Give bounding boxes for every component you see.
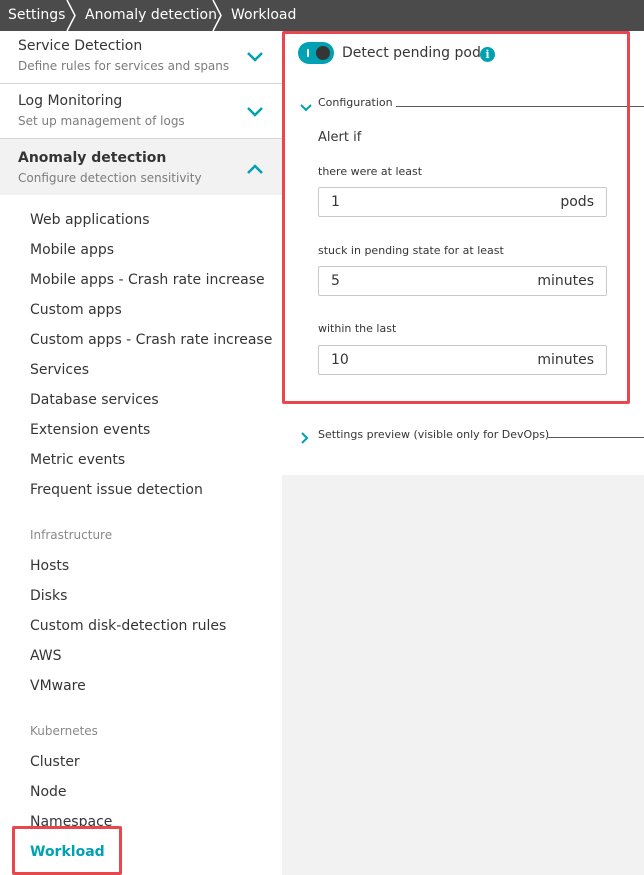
sidebar-item-log-monitoring[interactable]: Log Monitoring Set up management of logs bbox=[0, 84, 282, 139]
sidebar-link-mobile-apps[interactable]: Mobile apps bbox=[30, 242, 114, 258]
sidebar-group-kubernetes: Kubernetes bbox=[30, 724, 98, 738]
sidebar-link-node[interactable]: Node bbox=[30, 784, 67, 800]
sidebar-item-title: Log Monitoring bbox=[18, 93, 123, 109]
breadcrumb-separator-icon bbox=[66, 0, 76, 31]
chevron-down-icon[interactable] bbox=[246, 49, 264, 63]
sidebar-link-vmware[interactable]: VMware bbox=[30, 678, 86, 694]
sidebar-item-title: Service Detection bbox=[18, 38, 143, 54]
sidebar-item-title: Anomaly detection bbox=[18, 150, 167, 166]
main-background bbox=[282, 475, 644, 875]
breadcrumb: Settings Anomaly detection Workload bbox=[0, 0, 644, 31]
sidebar-item-service-detection[interactable]: Service Detection Define rules for servi… bbox=[0, 31, 282, 84]
sidebar-link-database-services[interactable]: Database services bbox=[30, 392, 159, 408]
sidebar-link-cluster[interactable]: Cluster bbox=[30, 754, 80, 770]
sidebar-link-web-applications[interactable]: Web applications bbox=[30, 212, 150, 228]
sidebar-link-custom-apps[interactable]: Custom apps bbox=[30, 302, 122, 318]
sidebar-link-services[interactable]: Services bbox=[30, 362, 89, 378]
sidebar-link-aws[interactable]: AWS bbox=[30, 648, 62, 664]
sidebar-link-disks[interactable]: Disks bbox=[30, 588, 67, 604]
sidebar-link-custom-apps-crash-rate[interactable]: Custom apps - Crash rate increase bbox=[30, 332, 272, 348]
highlight-box-configuration bbox=[282, 31, 630, 404]
sidebar-link-extension-events[interactable]: Extension events bbox=[30, 422, 150, 438]
highlight-box-workload bbox=[12, 826, 122, 875]
sidebar-link-metric-events[interactable]: Metric events bbox=[30, 452, 125, 468]
sidebar-item-subtitle: Configure detection sensitivity bbox=[18, 171, 202, 185]
chevron-up-icon[interactable] bbox=[246, 161, 264, 175]
settings-preview-divider bbox=[548, 437, 644, 438]
breadcrumb-settings[interactable]: Settings bbox=[8, 0, 65, 31]
breadcrumb-separator-icon bbox=[212, 0, 222, 31]
settings-preview-header[interactable]: Settings preview (visible only for DevOp… bbox=[318, 428, 549, 441]
breadcrumb-anomaly-detection[interactable]: Anomaly detection bbox=[85, 0, 217, 31]
sidebar-item-subtitle: Set up management of logs bbox=[18, 114, 185, 128]
sidebar-link-mobile-apps-crash-rate[interactable]: Mobile apps - Crash rate increase bbox=[30, 272, 265, 288]
sidebar-item-subtitle: Define rules for services and spans bbox=[18, 59, 230, 73]
chevron-down-icon[interactable] bbox=[246, 104, 264, 118]
sidebar-link-hosts[interactable]: Hosts bbox=[30, 558, 69, 574]
sidebar-item-anomaly-detection[interactable]: Anomaly detection Configure detection se… bbox=[0, 139, 282, 195]
sidebar-group-infrastructure: Infrastructure bbox=[30, 528, 113, 542]
breadcrumb-workload: Workload bbox=[231, 7, 297, 23]
chevron-right-icon[interactable] bbox=[300, 429, 310, 444]
sidebar-link-custom-disk-detection-rules[interactable]: Custom disk-detection rules bbox=[30, 618, 226, 634]
sidebar-link-frequent-issue-detection[interactable]: Frequent issue detection bbox=[30, 482, 203, 498]
